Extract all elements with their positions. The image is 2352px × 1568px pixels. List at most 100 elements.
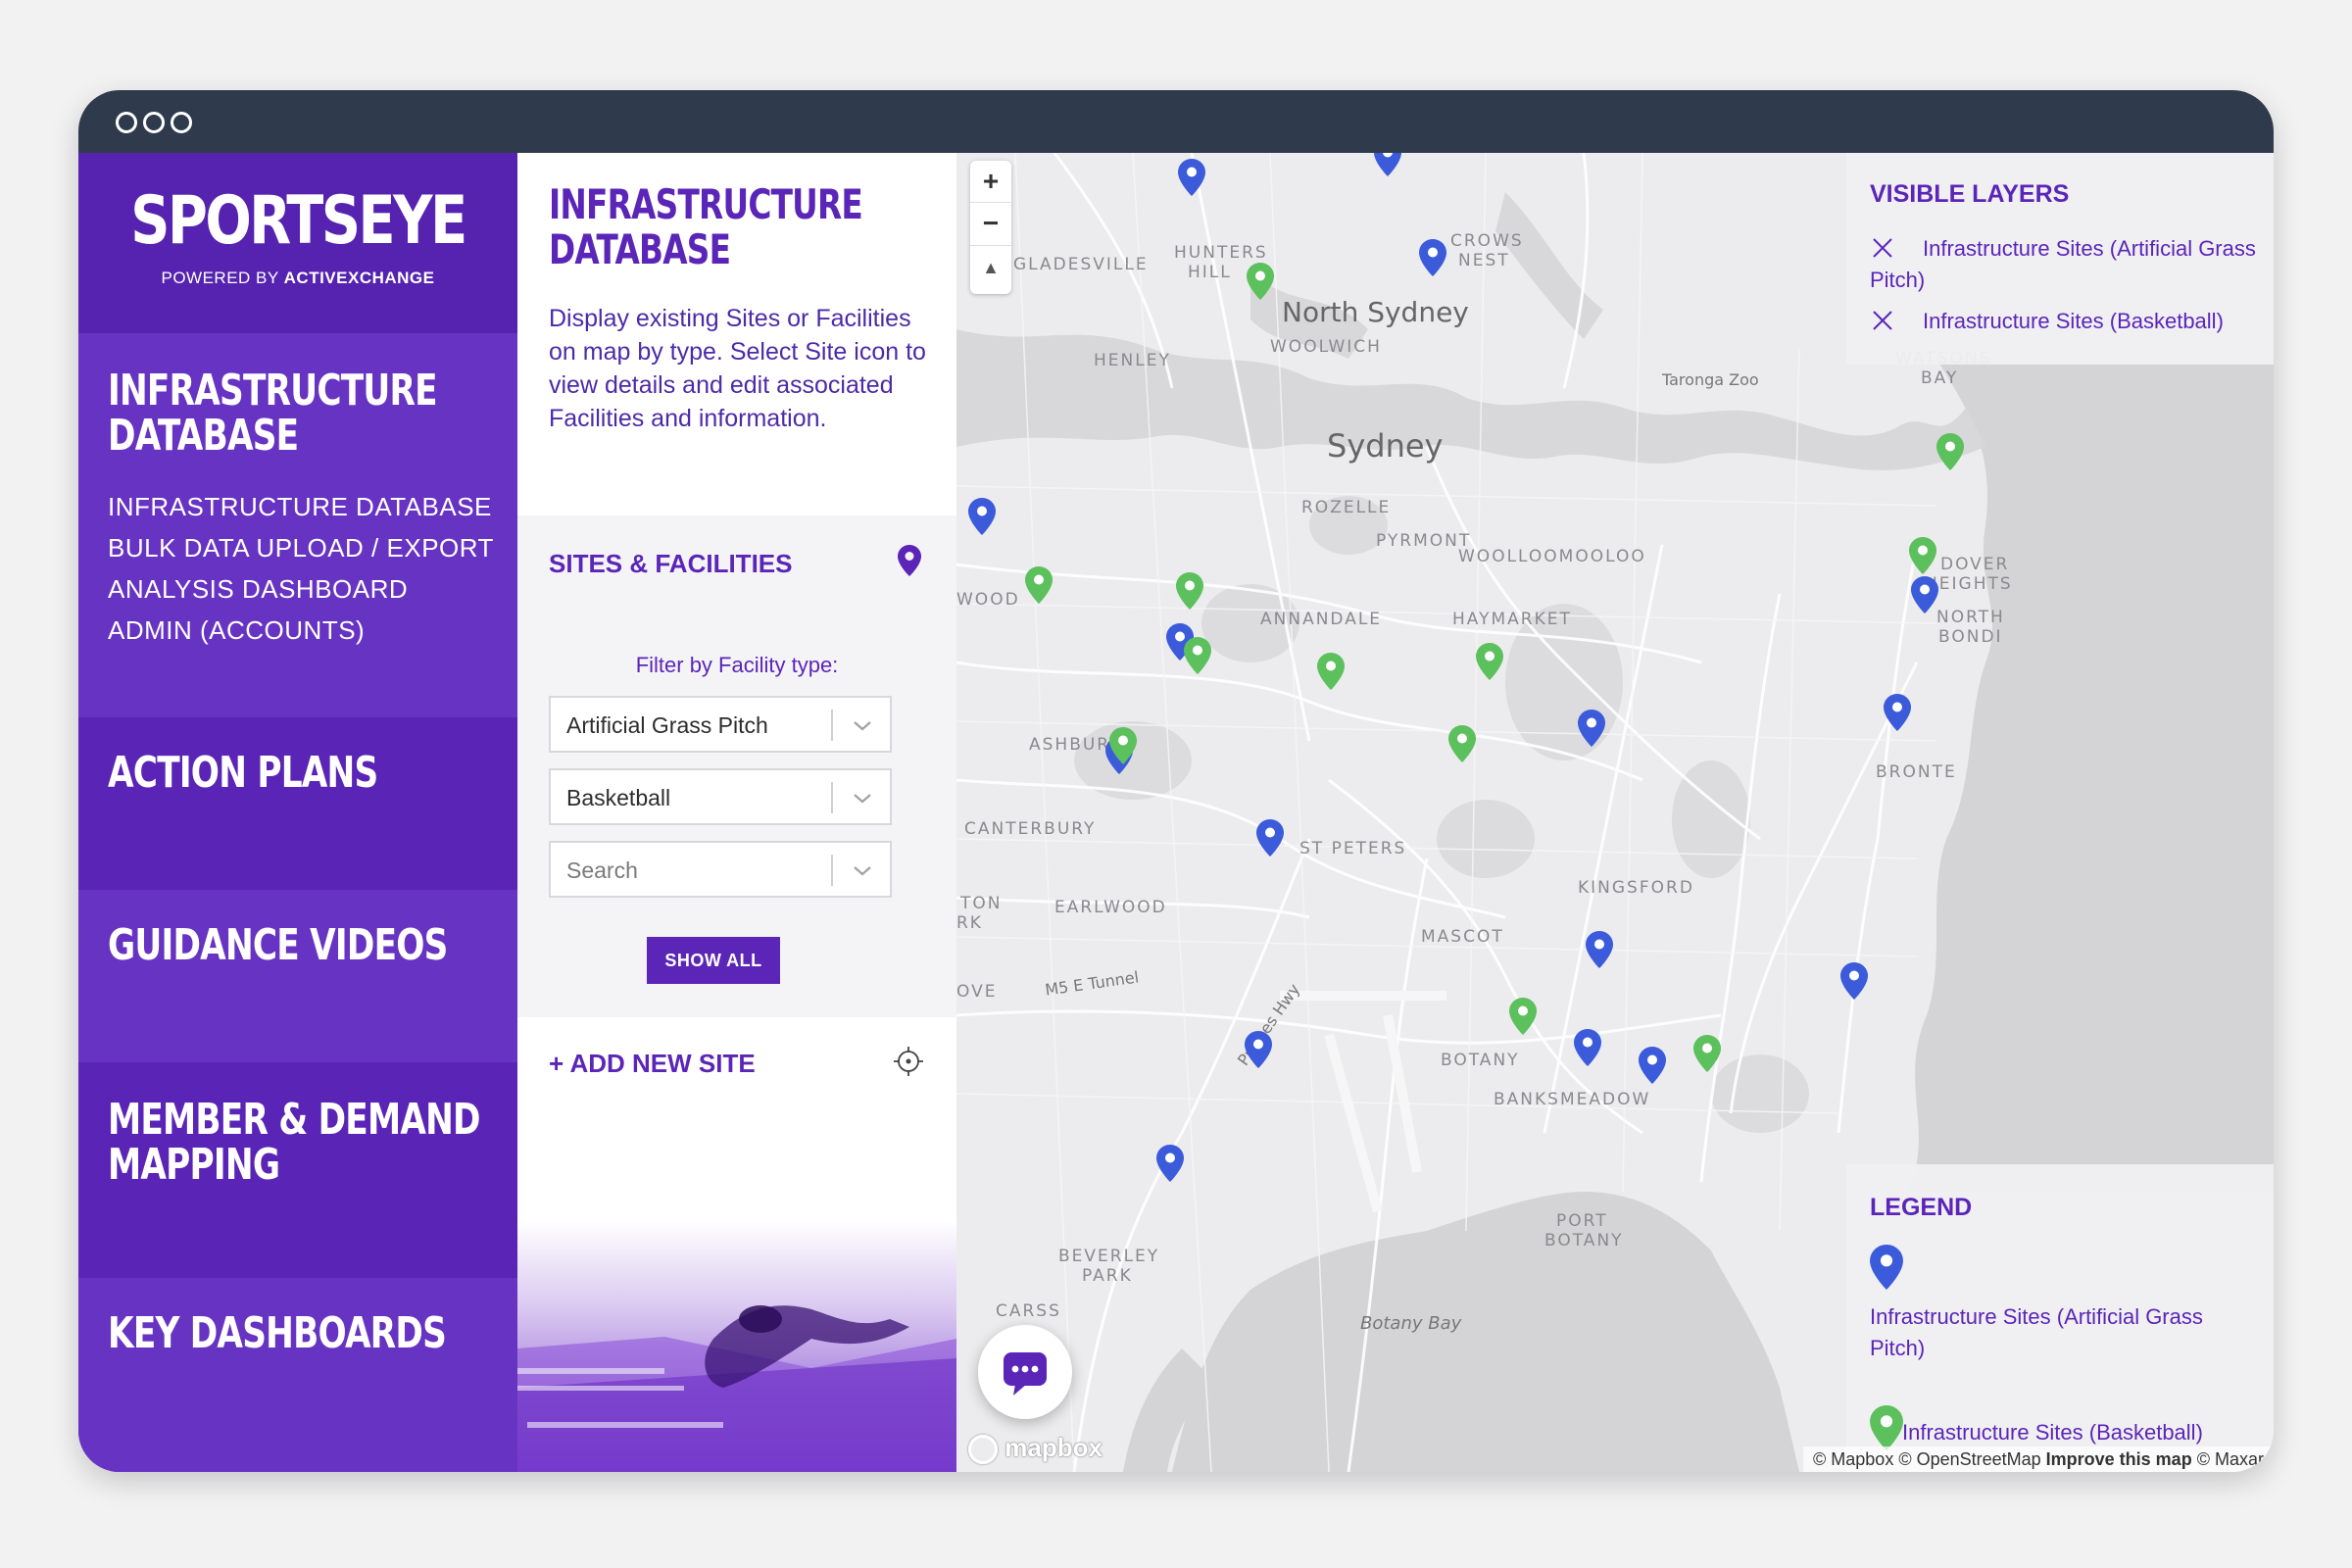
- show-all-button[interactable]: SHOW ALL: [647, 937, 780, 984]
- zoom-in-button[interactable]: +: [970, 161, 1011, 202]
- pin-grass-icon[interactable]: [1176, 572, 1203, 610]
- chevron-down-icon[interactable]: [851, 857, 874, 884]
- sites-facilities-box: SITES & FACILITIES Filter by Facility ty…: [517, 515, 956, 1017]
- improve-map-link[interactable]: Improve this map: [2046, 1449, 2192, 1469]
- nav-submenu: INFRASTRUCTURE DATABASE BULK DATA UPLOAD…: [108, 486, 500, 651]
- panel-title: INFRASTRUCTURE DATABASE: [549, 182, 931, 272]
- search-select[interactable]: Search: [549, 841, 892, 898]
- pin-grass-icon: [1870, 1405, 1903, 1450]
- layer-item[interactable]: Infrastructure Sites (Basketball): [1870, 306, 2262, 337]
- select-divider: [831, 855, 833, 886]
- nav-heading-guidance-videos: GUIDANCE VIDEOS: [108, 920, 448, 970]
- add-new-site-button[interactable]: + ADD NEW SITE: [549, 1049, 756, 1079]
- window-titlebar: [78, 90, 2274, 153]
- nav-heading-infrastructure[interactable]: INFRASTRUCTURE DATABASE: [108, 368, 490, 459]
- nav-item-admin[interactable]: ADMIN (ACCOUNTS): [108, 610, 500, 651]
- layer-label: Infrastructure Sites (Artificial Grass P…: [1870, 236, 2256, 292]
- legend-label: Infrastructure Sites (Basketball): [1902, 1420, 2203, 1445]
- zoom-separator: [970, 245, 1011, 246]
- map-label: WOOD: [956, 590, 1020, 610]
- attribution-text: © Mapbox © OpenStreetMap: [1813, 1449, 2046, 1469]
- pin-basketball-icon[interactable]: [1256, 819, 1284, 857]
- pin-basketball-icon[interactable]: [1245, 1031, 1272, 1068]
- facility-type-select-1[interactable]: Artificial Grass Pitch: [549, 696, 892, 753]
- pin-grass-icon[interactable]: [1936, 433, 1964, 470]
- pin-basketball-icon[interactable]: [1586, 931, 1613, 968]
- map-label: BEVERLEY: [1058, 1247, 1160, 1266]
- pin-basketball-icon[interactable]: [1374, 153, 1401, 176]
- map-label: PORT: [1556, 1211, 1608, 1231]
- attribution-text: © Maxar: [2196, 1449, 2264, 1469]
- nav-item-infrastructure-database[interactable]: INFRASTRUCTURE DATABASE: [108, 486, 500, 527]
- panel-description: Display existing Sites or Facilities on …: [549, 305, 926, 432]
- nav-item-analysis-dashboard[interactable]: ANALYSIS DASHBOARD: [108, 568, 500, 610]
- nav-item-bulk-upload[interactable]: BULK DATA UPLOAD / EXPORT: [108, 527, 500, 568]
- browser-window: SPORTSEYE POWERED BY ACTIVEXCHANGE INFRA…: [78, 90, 2274, 1472]
- map-label: HENLEY: [1094, 351, 1171, 370]
- map-pin-icon[interactable]: [898, 545, 921, 576]
- pin-grass-icon[interactable]: [1509, 998, 1537, 1035]
- pin-basketball-icon[interactable]: [1178, 159, 1205, 196]
- nav-heading-member-demand: MEMBER & DEMAND MAPPING: [108, 1098, 490, 1188]
- nav-heading-line: DATABASE: [108, 411, 299, 461]
- pin-grass-icon[interactable]: [1184, 637, 1211, 674]
- pin-grass-icon[interactable]: [1693, 1035, 1721, 1072]
- nav-section-infrastructure: INFRASTRUCTURE DATABASE INFRASTRUCTURE D…: [78, 333, 517, 717]
- pin-grass-icon[interactable]: [1247, 263, 1274, 300]
- map-attribution: © Mapbox © OpenStreetMap Improve this ma…: [1803, 1446, 2274, 1472]
- map-label: Taronga Zoo: [1662, 370, 1759, 389]
- layer-label: Infrastructure Sites (Basketball): [1923, 309, 2224, 333]
- map-label: BANKSMEADOW: [1494, 1090, 1651, 1109]
- pin-grass-icon[interactable]: [1476, 643, 1503, 680]
- pin-grass-icon[interactable]: [1317, 653, 1345, 690]
- compass-button[interactable]: ▲: [970, 247, 1011, 288]
- zoom-out-button[interactable]: −: [970, 203, 1011, 244]
- pin-basketball-icon[interactable]: [968, 498, 996, 535]
- nav-section-key-dashboards[interactable]: KEY DASHBOARDS: [78, 1278, 517, 1472]
- pin-basketball-icon[interactable]: [1884, 694, 1911, 731]
- brand-tagline: POWERED BY ACTIVEXCHANGE: [78, 269, 517, 288]
- map-label: GLADESVILLE: [1013, 255, 1149, 274]
- crosshair-icon[interactable]: [892, 1045, 925, 1078]
- pin-basketball-icon[interactable]: [1578, 710, 1605, 747]
- legend-title: LEGEND: [1870, 1194, 1973, 1221]
- pin-grass-icon[interactable]: [1448, 725, 1476, 762]
- sites-facilities-title[interactable]: SITES & FACILITIES: [549, 549, 792, 579]
- chevron-down-icon[interactable]: [851, 784, 874, 811]
- map-label: ROZELLE: [1301, 498, 1392, 517]
- legend-panel: LEGEND Infrastructure Sites (Artificial …: [1846, 1164, 2274, 1472]
- brand[interactable]: SPORTSEYE POWERED BY ACTIVEXCHANGE: [78, 153, 517, 333]
- nav-section-member-demand[interactable]: MEMBER & DEMAND MAPPING: [78, 1062, 517, 1278]
- map-label: HILL: [1188, 263, 1232, 282]
- chat-button[interactable]: [978, 1325, 1072, 1419]
- brand-powered-prefix: POWERED BY: [161, 269, 284, 287]
- pin-basketball-icon[interactable]: [1574, 1029, 1601, 1066]
- pin-basketball-icon[interactable]: [1911, 576, 1938, 613]
- map-label: North Sydney: [1282, 296, 1469, 328]
- facility-type-select-2[interactable]: Basketball: [549, 768, 892, 825]
- pin-basketball-icon[interactable]: [1639, 1047, 1666, 1084]
- pin-grass-icon[interactable]: [1909, 537, 1936, 574]
- pin-grass-icon[interactable]: [1025, 566, 1053, 604]
- mapbox-logo[interactable]: mapbox: [968, 1433, 1102, 1464]
- map-view[interactable]: North Sydney Sydney Taronga Zoo GLADESVI…: [956, 153, 2274, 1472]
- pin-basketball-icon[interactable]: [1840, 962, 1868, 1000]
- search-placeholder: Search: [566, 858, 638, 883]
- pin-basketball-icon[interactable]: [1156, 1145, 1184, 1182]
- app-container: SPORTSEYE POWERED BY ACTIVEXCHANGE INFRA…: [78, 153, 2274, 1472]
- map-label: PYRMONT: [1376, 531, 1472, 551]
- map-label: Sydney: [1327, 427, 1444, 465]
- close-icon[interactable]: [1870, 235, 1895, 261]
- map-label: WOOLWICH: [1270, 337, 1382, 357]
- close-icon[interactable]: [1870, 308, 1895, 333]
- nav-heading-line: INFRASTRUCTURE: [108, 366, 438, 416]
- nav-heading-key-dashboards: KEY DASHBOARDS: [108, 1308, 447, 1358]
- chevron-down-icon[interactable]: [851, 711, 874, 739]
- map-label: RK: [956, 913, 983, 933]
- map-label: TON: [960, 894, 1003, 913]
- nav-section-action-plans[interactable]: ACTION PLANS: [78, 717, 517, 890]
- nav-section-guidance-videos[interactable]: GUIDANCE VIDEOS: [78, 890, 517, 1062]
- pin-grass-icon[interactable]: [1109, 727, 1137, 764]
- layer-item[interactable]: Infrastructure Sites (Artificial Grass P…: [1870, 233, 2262, 296]
- pin-basketball-icon[interactable]: [1419, 239, 1446, 276]
